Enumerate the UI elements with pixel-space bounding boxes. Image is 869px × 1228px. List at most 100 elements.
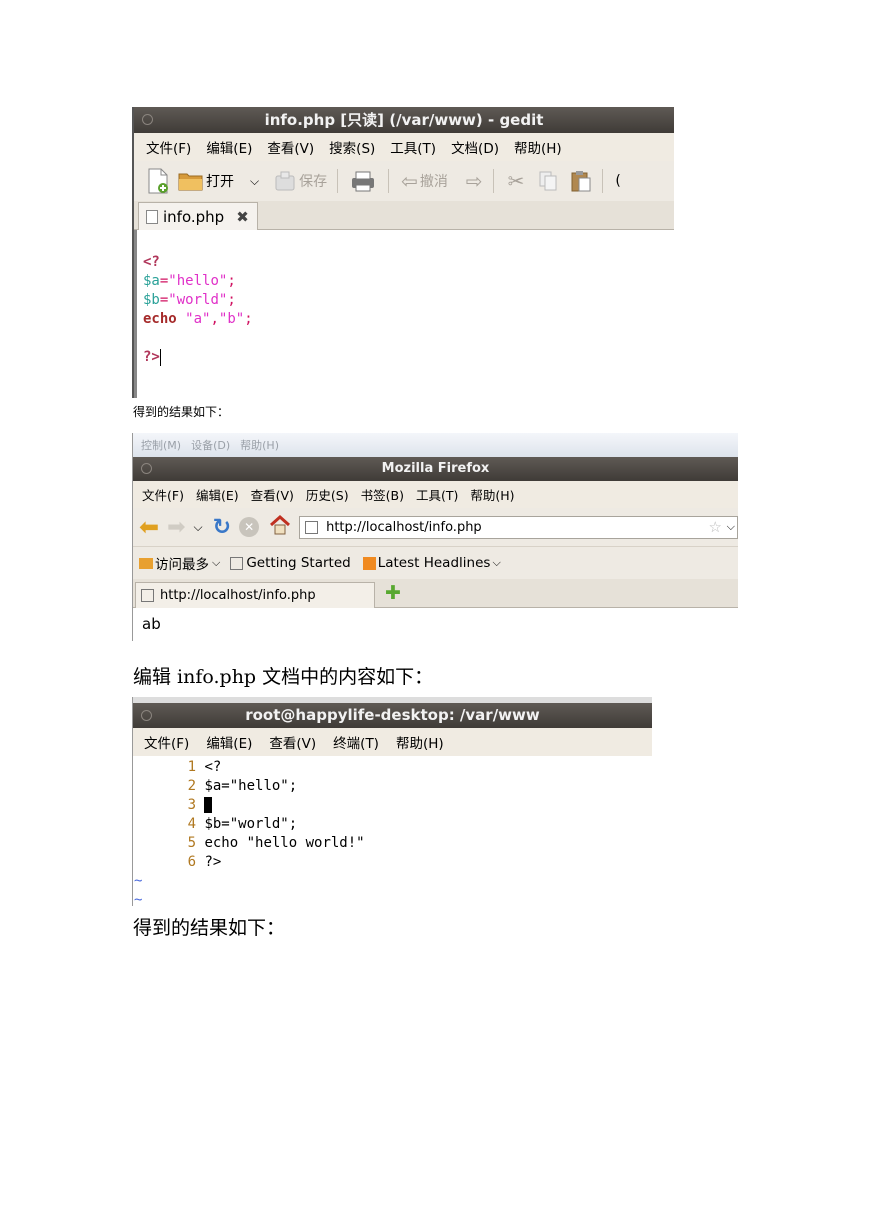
menu-view[interactable]: 查看(V) bbox=[267, 137, 314, 157]
caption-result-2: 得到的结果如下： bbox=[133, 917, 286, 939]
caption-result-1: 得到的结果如下： bbox=[133, 405, 230, 419]
toolbar-separator bbox=[337, 169, 339, 193]
menu-bookmarks[interactable]: 书签(B) bbox=[361, 485, 404, 504]
code-semicolon: ; bbox=[244, 311, 253, 327]
undo-icon[interactable]: ⇦ bbox=[401, 169, 418, 193]
code-string: "hello" bbox=[168, 273, 228, 289]
caption-edit: 编辑 info.php 文档中的内容如下： bbox=[133, 666, 434, 688]
code-line: <? bbox=[143, 253, 674, 272]
menu-file[interactable]: 文件(F) bbox=[142, 485, 184, 504]
menu-help[interactable]: 帮助(H) bbox=[514, 137, 562, 157]
paste-icon[interactable] bbox=[570, 169, 592, 193]
menu-help[interactable]: 帮助(H) bbox=[396, 732, 444, 752]
open-button-label[interactable]: 打开 bbox=[206, 171, 234, 191]
window-title: Mozilla Firefox bbox=[381, 461, 490, 476]
forward-arrow-icon[interactable]: ➡ bbox=[167, 515, 185, 540]
menu-history[interactable]: 历史(S) bbox=[306, 485, 349, 504]
menu-file[interactable]: 文件(F) bbox=[146, 137, 191, 157]
site-identity-icon[interactable] bbox=[305, 520, 319, 534]
menu-terminal[interactable]: 终端(T) bbox=[333, 732, 379, 752]
bookmark-star-icon[interactable]: ☆ bbox=[709, 518, 722, 536]
save-icon[interactable] bbox=[273, 170, 297, 192]
window-menu-button[interactable] bbox=[141, 710, 152, 721]
history-dropdown-icon[interactable]: ⌵ bbox=[194, 520, 203, 535]
code-line: $b="world"; bbox=[143, 291, 674, 310]
code-variable: $a bbox=[143, 273, 160, 289]
menu-search[interactable]: 搜索(S) bbox=[329, 137, 375, 157]
bookmark-getting-started[interactable]: Getting Started bbox=[246, 555, 350, 571]
browser-tab[interactable]: http://localhost/info.php bbox=[135, 582, 375, 608]
code-line: $a="hello"; bbox=[143, 272, 674, 291]
close-tab-icon[interactable]: ✖ bbox=[236, 208, 249, 226]
line-number: 6 bbox=[187, 854, 196, 870]
new-tab-plus-icon[interactable]: ✚ bbox=[385, 582, 401, 604]
new-document-icon[interactable] bbox=[146, 168, 170, 194]
stop-icon[interactable]: ✕ bbox=[239, 517, 260, 537]
open-dropdown-icon[interactable]: ⌵ bbox=[250, 174, 259, 189]
host-menu-help[interactable]: 帮助(H) bbox=[240, 437, 279, 453]
line-number: 4 bbox=[187, 816, 196, 832]
firefox-tabbar: http://localhost/info.php ✚ bbox=[133, 579, 738, 608]
window-menu-button[interactable] bbox=[141, 463, 152, 474]
line-text: $b="world"; bbox=[204, 816, 298, 832]
menu-edit[interactable]: 编辑(E) bbox=[196, 485, 239, 504]
menu-help[interactable]: 帮助(H) bbox=[470, 485, 514, 504]
window-menu-button[interactable] bbox=[142, 114, 153, 125]
rss-icon bbox=[362, 556, 376, 570]
copy-icon[interactable] bbox=[538, 170, 558, 192]
back-arrow-icon[interactable]: ⬅ bbox=[139, 513, 159, 541]
home-icon[interactable] bbox=[269, 514, 291, 540]
menu-file[interactable]: 文件(F) bbox=[144, 732, 189, 752]
search-icon[interactable]: ( bbox=[615, 173, 620, 189]
open-folder-icon[interactable] bbox=[178, 170, 204, 192]
bookmark-most-visited[interactable]: 访问最多 bbox=[155, 553, 209, 573]
php-open-tag: <? bbox=[143, 254, 160, 270]
cut-icon[interactable]: ✂ bbox=[508, 169, 525, 193]
line-number: 2 bbox=[187, 778, 196, 794]
undo-button-label[interactable]: 撤消 bbox=[420, 171, 448, 191]
code-string: "world" bbox=[168, 292, 228, 308]
tab-label: info.php bbox=[163, 207, 225, 226]
code-semicolon: ; bbox=[227, 273, 236, 289]
menu-tools[interactable]: 工具(T) bbox=[416, 485, 458, 504]
print-icon[interactable] bbox=[350, 170, 376, 192]
menu-documents[interactable]: 文档(D) bbox=[451, 137, 499, 157]
toolbar-separator bbox=[492, 169, 494, 193]
menu-tools[interactable]: 工具(T) bbox=[390, 137, 436, 157]
host-menu-devices[interactable]: 设备(D) bbox=[191, 437, 230, 453]
page-content: ab bbox=[133, 608, 738, 641]
toolbar-separator bbox=[388, 169, 390, 193]
bookmark-latest-headlines[interactable]: Latest Headlines bbox=[378, 555, 491, 571]
menu-edit[interactable]: 编辑(E) bbox=[206, 732, 252, 752]
menu-edit[interactable]: 编辑(E) bbox=[206, 137, 252, 157]
most-visited-folder-icon[interactable] bbox=[139, 557, 153, 569]
window-title: info.php [只读] (/var/www) - gedit bbox=[264, 111, 544, 129]
code-editor[interactable]: <? $a="hello"; $b="world"; echo "a","b";… bbox=[134, 230, 674, 398]
vim-line: 5 echo "hello world!" bbox=[133, 834, 652, 853]
page-icon bbox=[141, 589, 154, 602]
line-text: <? bbox=[204, 759, 222, 775]
host-menu-control[interactable]: 控制(M) bbox=[141, 437, 181, 453]
firefox-menubar: 文件(F) 编辑(E) 查看(V) 历史(S) 书签(B) 工具(T) 帮助(H… bbox=[133, 481, 738, 508]
menu-view[interactable]: 查看(V) bbox=[251, 485, 294, 504]
toolbar-separator bbox=[602, 169, 604, 193]
document-tab[interactable]: info.php ✖ bbox=[138, 202, 258, 230]
terminal-content[interactable]: 1 <? 2 $a="hello"; 3 4 $b="world"; 5 ech… bbox=[133, 756, 652, 906]
bookmarks-toolbar: 访问最多 ⌵ Getting Started Latest Headlines … bbox=[133, 546, 738, 579]
url-dropdown-icon[interactable]: ⌵ bbox=[727, 520, 735, 534]
vim-line: 2 $a="hello"; bbox=[133, 777, 652, 796]
gedit-menubar: 文件(F) 编辑(E) 查看(V) 搜索(S) 工具(T) 文档(D) 帮助(H… bbox=[134, 133, 674, 161]
url-bar[interactable]: http://localhost/info.php ☆ ⌵ bbox=[299, 515, 738, 539]
redo-icon[interactable]: ⇨ bbox=[466, 169, 483, 193]
gedit-tabbar: info.php ✖ bbox=[134, 201, 674, 230]
text-cursor bbox=[159, 348, 161, 366]
menu-view[interactable]: 查看(V) bbox=[269, 732, 316, 752]
reload-icon[interactable]: ↻ bbox=[213, 515, 231, 540]
chevron-down-icon: ⌵ bbox=[492, 556, 501, 569]
save-button-label[interactable]: 保存 bbox=[299, 171, 327, 191]
chevron-down-icon: ⌵ bbox=[212, 556, 221, 569]
empty-line-marker: ~ bbox=[134, 873, 143, 889]
code-semicolon: ; bbox=[227, 292, 236, 308]
code-operator: , bbox=[210, 311, 219, 327]
